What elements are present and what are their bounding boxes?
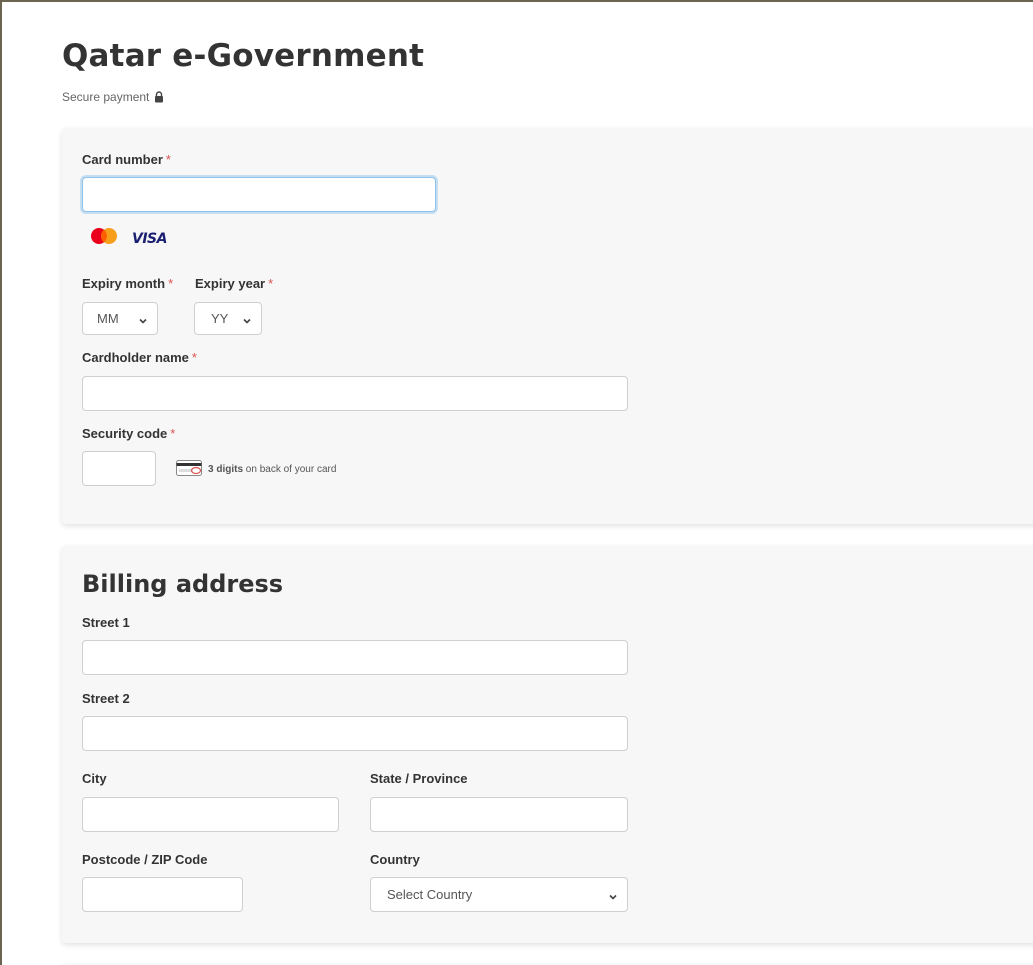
page-title: Qatar e-Government [62,38,425,74]
chevron-down-icon [242,314,252,324]
cardholder-name-label-text: Cardholder name [82,350,189,365]
card-number-label-text: Card number [82,152,163,167]
security-code-label: Security code * [82,426,175,441]
country-value: Select Country [387,887,473,902]
security-code-input[interactable] [82,451,156,486]
expiry-month-select[interactable]: MM [82,302,158,335]
secure-payment-label: Secure payment [62,90,165,104]
street1-input[interactable] [82,640,628,675]
expiry-month-label-text: Expiry month [82,276,166,291]
cardholder-name-input[interactable] [82,376,628,411]
required-marker: * [168,276,174,291]
hint-bold: 3 digits [208,464,244,475]
street1-label: Street 1 [82,615,130,630]
cardholder-name-label: Cardholder name * [82,350,197,365]
payment-card-panel: Card number * VISA Expiry month * Expiry y… [62,128,1033,524]
secure-payment-text: Secure payment [62,90,150,104]
expiry-year-label-text: Expiry year [195,276,266,291]
visa-logo: VISA [132,230,167,247]
expiry-year-value: YY [211,311,229,326]
expiry-year-select[interactable]: YY [194,302,262,335]
hint-text: 3 digits on back of your card [208,464,336,475]
state-province-label: State / Province [370,771,468,786]
city-label: City [82,771,107,786]
expiry-year-label: Expiry year * [195,276,273,291]
required-marker: * [191,350,197,365]
expiry-month-value: MM [97,311,119,326]
street2-label: Street 2 [82,691,130,706]
country-label: Country [370,852,420,867]
mastercard-logo [88,226,120,251]
lock-icon [153,91,165,103]
billing-address-panel: Billing address Street 1 Street 2 City S… [62,546,1033,943]
card-number-label: Card number * [82,152,171,167]
street2-input[interactable] [82,716,628,751]
city-input[interactable] [82,797,339,832]
state-province-input[interactable] [370,797,628,832]
card-back-icon [176,460,202,479]
hint-rest: on back of your card [245,464,337,475]
security-code-hint: 3 digits on back of your card [176,460,336,479]
required-marker: * [165,152,171,167]
postcode-input[interactable] [82,877,243,912]
country-select[interactable]: Select Country [370,877,628,912]
chevron-down-icon [138,314,148,324]
billing-address-title: Billing address [82,570,284,598]
postcode-label: Postcode / ZIP Code [82,852,208,867]
required-marker: * [170,426,176,441]
card-brand-logos: VISA [88,226,167,251]
chevron-down-icon [608,890,618,900]
card-number-input[interactable] [82,177,436,212]
page-frame: Qatar e-Government Secure payment Card n… [0,0,1033,965]
expiry-month-label: Expiry month * [82,276,173,291]
required-marker: * [268,276,274,291]
security-code-label-text: Security code [82,426,168,441]
